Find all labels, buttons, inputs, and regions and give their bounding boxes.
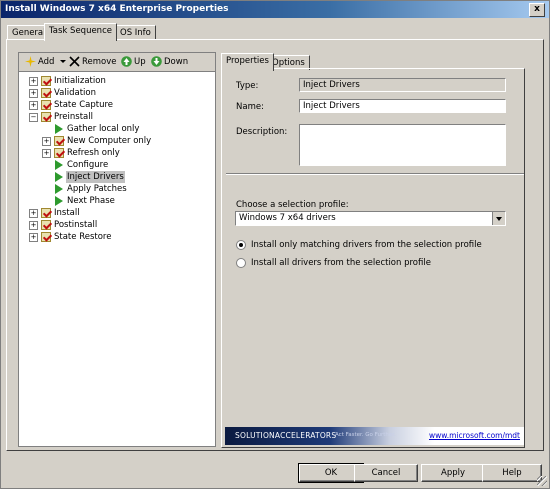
tree-label: Initialization: [54, 76, 106, 86]
tree-label: Validation: [54, 88, 96, 98]
name-field[interactable]: Inject Drivers: [299, 99, 506, 113]
mdt-link[interactable]: www.microsoft.com/mdt: [429, 431, 520, 440]
brand-logo: SOLUTIONACCELERATORS: [235, 431, 337, 440]
selection-profile-value: Windows 7 x64 drivers: [239, 213, 336, 223]
down-label: Down: [164, 57, 189, 67]
expand-plus-icon[interactable]: +: [29, 209, 38, 218]
properties-dialog: Install Windows 7 x64 Enterprise Propert…: [0, 0, 550, 489]
remove-label: Remove: [82, 57, 117, 67]
step-play-icon: [55, 124, 63, 134]
step-play-icon: [55, 184, 63, 194]
radio-matching-drivers[interactable]: [236, 240, 246, 250]
expand-plus-icon[interactable]: +: [29, 77, 38, 86]
tab-os-info[interactable]: OS Info: [115, 25, 156, 40]
tree-label: Postinstall: [54, 220, 98, 230]
type-field: Inject Drivers: [299, 78, 506, 92]
window-title: Install Windows 7 x64 Enterprise Propert…: [5, 4, 229, 14]
tree-label: Configure: [67, 160, 109, 170]
expand-plus-icon[interactable]: +: [29, 221, 38, 230]
solution-accelerators-banner: SOLUTIONACCELERATORS Act Faster. Go Furt…: [225, 427, 524, 445]
expand-plus-icon[interactable]: +: [42, 149, 51, 158]
task-sequence-tree[interactable]: Add Remove Up Down + Initialization + Va…: [18, 52, 216, 447]
profile-label: Choose a selection profile:: [236, 200, 349, 210]
tree-label: Gather local only: [67, 124, 140, 134]
tab-properties[interactable]: Properties: [221, 53, 274, 71]
delete-x-icon: [69, 56, 80, 67]
group-check-icon: [41, 76, 51, 86]
tree-label: Next Phase: [67, 196, 115, 206]
group-check-icon: [54, 148, 64, 158]
expand-plus-icon[interactable]: +: [42, 137, 51, 146]
step-play-icon: [55, 160, 63, 170]
radio-matching-label[interactable]: Install only matching drivers from the s…: [251, 240, 482, 250]
tree-label: New Computer only: [67, 136, 152, 146]
down-arrow-icon: [151, 56, 162, 67]
radio-all-drivers[interactable]: [236, 258, 246, 268]
tree-label: State Capture: [54, 100, 113, 110]
tree-toolbar: Add Remove Up Down: [19, 53, 215, 72]
title-bar: Install Windows 7 x64 Enterprise Propert…: [1, 1, 549, 18]
radio-all-label[interactable]: Install all drivers from the selection p…: [251, 258, 431, 268]
tree-label: Preinstall: [54, 112, 93, 122]
name-label: Name:: [236, 102, 264, 112]
group-check-icon: [41, 220, 51, 230]
tree-label-selected: Inject Drivers: [66, 171, 125, 183]
add-label: Add: [38, 57, 55, 67]
step-play-icon: [55, 196, 63, 206]
group-check-icon: [54, 136, 64, 146]
collapse-minus-icon[interactable]: −: [29, 113, 38, 122]
group-check-icon: [41, 232, 51, 242]
group-check-icon: [41, 208, 51, 218]
step-play-icon: [55, 172, 63, 182]
expand-plus-icon[interactable]: +: [29, 233, 38, 242]
cancel-button[interactable]: Cancel: [354, 464, 418, 482]
close-icon: x: [534, 4, 540, 14]
group-check-icon: [41, 112, 51, 122]
dropdown-arrow-icon: [60, 60, 67, 63]
up-button[interactable]: Up: [121, 56, 146, 68]
up-arrow-icon: [121, 56, 132, 67]
down-button[interactable]: Down: [151, 56, 188, 68]
tree-label: Apply Patches: [67, 184, 127, 194]
tree-label: State Restore: [54, 232, 112, 242]
sparkle-icon: [25, 56, 36, 67]
description-label: Description:: [236, 127, 288, 137]
remove-button[interactable]: Remove: [69, 56, 117, 68]
tree-label: Refresh only: [67, 148, 120, 158]
banner-tagline: Act Faster. Go Further.: [335, 432, 396, 438]
add-button[interactable]: Add: [25, 56, 67, 68]
dropdown-arrow-icon[interactable]: [492, 212, 505, 225]
selection-profile-dropdown[interactable]: Windows 7 x64 drivers: [235, 211, 506, 226]
group-check-icon: [41, 100, 51, 110]
type-label: Type:: [236, 81, 259, 91]
expand-plus-icon[interactable]: +: [29, 89, 38, 98]
help-button[interactable]: Help: [482, 464, 542, 482]
apply-button[interactable]: Apply: [421, 464, 485, 482]
tab-task-sequence[interactable]: Task Sequence: [44, 23, 117, 41]
separator: [226, 173, 524, 175]
group-check-icon: [41, 88, 51, 98]
resize-grip-icon[interactable]: [537, 476, 547, 486]
tree-label: Install: [54, 208, 80, 218]
close-button[interactable]: x: [529, 3, 545, 17]
expand-plus-icon[interactable]: +: [29, 101, 38, 110]
description-field[interactable]: [299, 124, 506, 166]
up-label: Up: [134, 57, 146, 67]
